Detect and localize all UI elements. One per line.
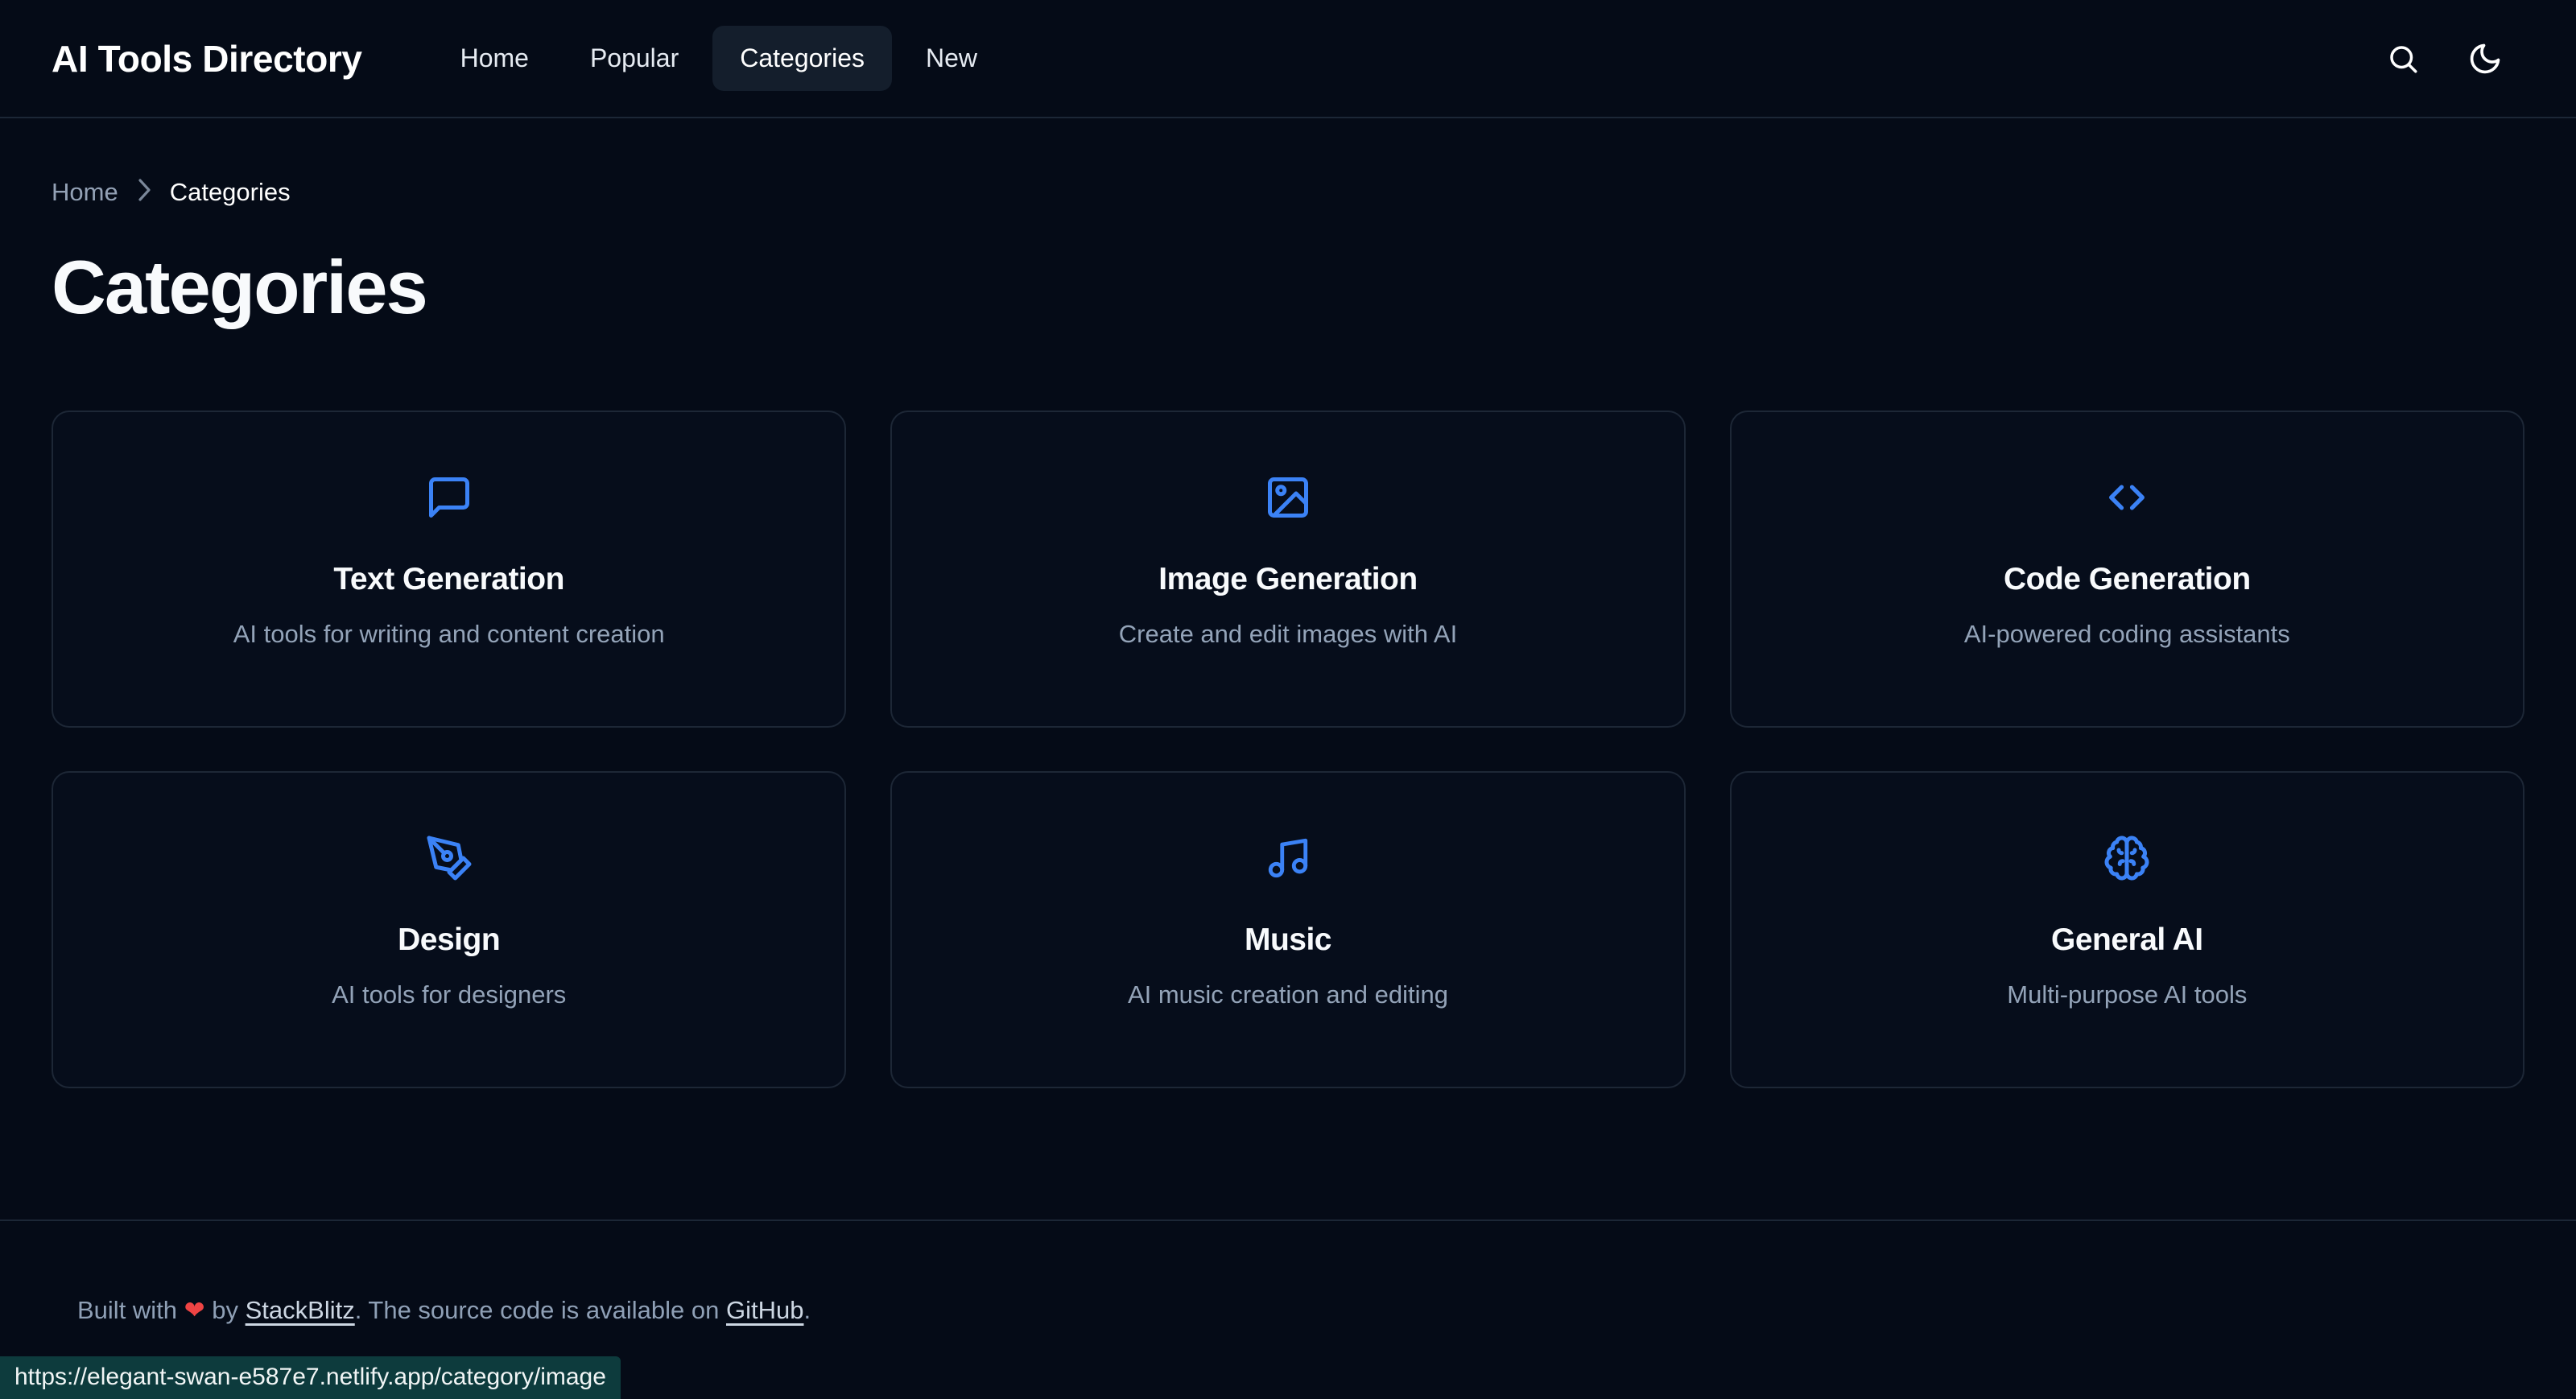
nav-item-categories[interactable]: Categories [712,26,892,91]
footer-credit: Built with ❤ by StackBlitz. The source c… [52,1296,811,1325]
moon-icon [2467,41,2503,76]
code-icon [2102,465,2152,530]
category-card-image-generation[interactable]: Image Generation Create and edit images … [890,411,1686,728]
category-card-description: Create and edit images with AI [1118,620,1458,648]
music-note-icon [1265,826,1311,890]
nav-item-home[interactable]: Home [433,26,556,91]
nav-item-new[interactable]: New [898,26,1005,91]
category-card-title: Design [398,922,501,957]
brand-logo[interactable]: AI Tools Directory [52,37,362,80]
github-link[interactable]: GitHub [726,1296,803,1325]
main-nav: Home Popular Categories New [433,26,1005,91]
category-card-text-generation[interactable]: Text Generation AI tools for writing and… [52,411,847,728]
category-card-title: Code Generation [2003,562,2251,596]
site-header: AI Tools Directory Home Popular Categori… [0,0,2576,118]
footer-end-text: . [803,1295,811,1324]
footer-by-text: by [204,1295,246,1324]
category-card-description: AI music creation and editing [1127,980,1449,1009]
category-card-title: Text Generation [333,562,564,596]
link-status-bar: https://elegant-swan-e587e7.netlify.app/… [0,1356,621,1399]
footer-built-with-text: Built with [77,1295,184,1324]
theme-toggle-button[interactable] [2463,37,2507,80]
main-content: Home Categories Categories Text Generati… [0,118,2576,1219]
search-button[interactable] [2381,37,2425,80]
category-grid: Text Generation AI tools for writing and… [52,411,2524,1088]
footer-middle-text: . The source code is available on [354,1295,726,1324]
category-card-description: Multi-purpose AI tools [2007,980,2248,1009]
breadcrumb-home-link[interactable]: Home [52,178,118,207]
pen-tool-icon [425,826,473,890]
category-card-title: Image Generation [1158,562,1418,596]
header-actions [2381,37,2524,80]
chevron-right-icon [136,177,152,208]
image-icon [1264,465,1312,530]
category-card-description: AI tools for designers [332,980,567,1009]
breadcrumb-current: Categories [169,178,291,206]
category-card-description: AI-powered coding assistants [1963,620,2290,648]
category-card-design[interactable]: Design AI tools for designers [52,771,847,1088]
breadcrumb: Home Categories [52,177,2524,208]
heart-icon: ❤ [184,1295,205,1324]
stackblitz-link[interactable]: StackBlitz [246,1296,355,1325]
nav-item-popular[interactable]: Popular [563,26,706,91]
category-card-music[interactable]: Music AI music creation and editing [890,771,1686,1088]
app-root: AI Tools Directory Home Popular Categori… [0,0,2576,1399]
category-card-general-ai[interactable]: General AI Multi-purpose AI tools [1729,771,2524,1088]
category-card-title: General AI [2051,922,2203,957]
message-square-icon [425,465,473,530]
brain-icon [2103,826,2151,890]
search-icon [2386,42,2420,76]
category-card-title: Music [1244,922,1332,957]
category-card-code-generation[interactable]: Code Generation AI-powered coding assist… [1729,411,2524,728]
page-title: Categories [52,245,428,329]
category-card-description: AI tools for writing and content creatio… [233,620,665,648]
